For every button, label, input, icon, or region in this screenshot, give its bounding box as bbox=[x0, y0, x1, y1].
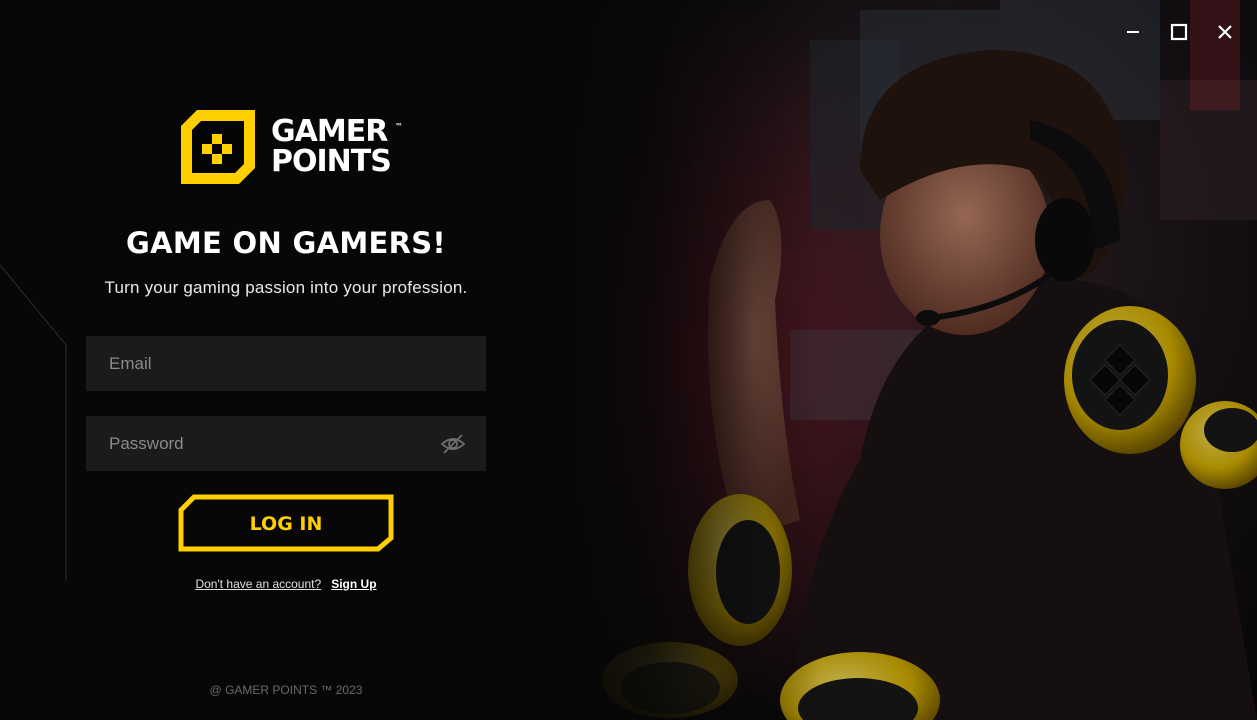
signup-prompt: Don't have an account? bbox=[195, 577, 322, 591]
window-controls bbox=[1119, 18, 1239, 46]
brand-line-1: GAMER bbox=[271, 114, 388, 149]
password-input[interactable] bbox=[86, 416, 486, 471]
signup-link[interactable]: Sign Up bbox=[331, 577, 376, 591]
login-button-label: LOG IN bbox=[249, 513, 323, 535]
login-panel: GAMER POINTS ™ GAME ON GAMERS! Turn your… bbox=[0, 0, 572, 720]
signup-spacer bbox=[325, 577, 328, 591]
minimize-icon bbox=[1127, 31, 1139, 33]
login-button[interactable]: LOG IN bbox=[178, 494, 394, 552]
copyright-footer: @ GAMER POINTS ™ 2023 bbox=[209, 683, 363, 697]
close-icon bbox=[1218, 25, 1232, 39]
email-field-container bbox=[86, 336, 486, 391]
password-visibility-toggle[interactable] bbox=[440, 431, 466, 457]
login-window: GAMER POINTS ™ GAME ON GAMERS! Turn your… bbox=[0, 0, 1257, 720]
brand-wordmark: GAMER POINTS ™ bbox=[271, 114, 403, 179]
password-field-container bbox=[86, 416, 486, 471]
brand-logo: GAMER POINTS ™ bbox=[179, 108, 403, 186]
page-title: GAME ON GAMERS! bbox=[126, 226, 446, 260]
maximize-button[interactable] bbox=[1165, 18, 1193, 46]
maximize-icon bbox=[1170, 23, 1188, 41]
minimize-button[interactable] bbox=[1119, 18, 1147, 46]
email-input[interactable] bbox=[86, 336, 486, 391]
close-button[interactable] bbox=[1211, 18, 1239, 46]
page-subtitle: Turn your gaming passion into your profe… bbox=[104, 278, 468, 297]
hero-image bbox=[560, 0, 1257, 720]
gamer-points-logo-icon bbox=[181, 110, 255, 184]
eye-off-icon bbox=[440, 434, 466, 454]
signup-prompt-row: Don't have an account? Sign Up bbox=[0, 577, 572, 591]
trademark-symbol: ™ bbox=[394, 122, 403, 131]
brand-line-2: POINTS bbox=[271, 144, 392, 179]
hero-illustration bbox=[560, 0, 1257, 720]
